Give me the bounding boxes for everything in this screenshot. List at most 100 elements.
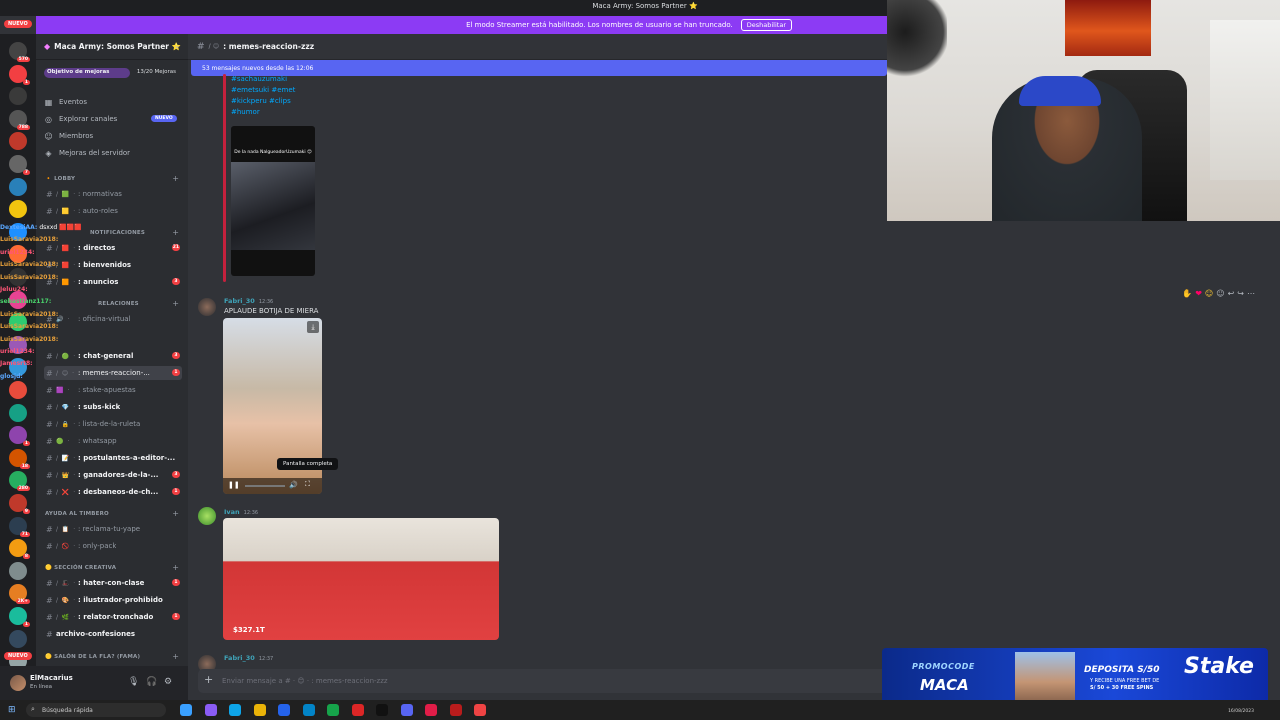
volume-icon[interactable]: 🔊 [289, 481, 298, 489]
server-icon[interactable]: 1 [9, 64, 30, 85]
server-icon[interactable] [9, 629, 27, 648]
channel-item[interactable]: # / 💎 ·: subs-kick [44, 400, 182, 414]
taskbar-app-icon[interactable] [425, 704, 437, 716]
taskbar-search[interactable]: ⌕ Búsqueda rápida [26, 703, 166, 717]
message-actions-toolbar[interactable]: ✋❤☺☺↩↪⋯ [1182, 289, 1258, 298]
add-channel-icon[interactable]: + [172, 509, 179, 518]
sidebar-menu-item[interactable]: ▦ Eventos [44, 95, 87, 109]
category-notificaciones[interactable]: NOTIFICACIONES [90, 230, 145, 236]
avatar[interactable] [10, 675, 26, 691]
windows-start-icon[interactable]: ⊞ [8, 705, 16, 715]
server-header[interactable]: ◆ Maca Army: Somos Partner ⭐ ⌄ [36, 34, 188, 60]
sidebar-menu-item[interactable]: ◎ Explorar canales [44, 112, 117, 126]
author-name[interactable]: Ivan [224, 508, 240, 516]
channel-item[interactable]: # / 👑 ·: ganadores-de-la-... 3 [44, 468, 182, 482]
microphone-icon[interactable]: 🎙 [128, 677, 139, 687]
boost-goal[interactable]: Objetivo de mejoras 13/20 Mejoras [44, 67, 176, 79]
channel-item[interactable]: # / 📝 ·: postulantes-a-editor-... [44, 451, 182, 465]
channel-item[interactable]: # 🟪 ·: stake-apuestas [44, 383, 182, 397]
channel-item[interactable]: # / 🟨 ·: auto-roles [44, 204, 182, 218]
reaction-icon[interactable]: ✋ [1182, 289, 1195, 298]
server-icon[interactable]: 7 [9, 155, 30, 175]
channel-item[interactable]: # / 📋 ·: reclama-tu-yape [44, 522, 182, 536]
channel-item[interactable]: # / 🟩 ·: normativas [44, 187, 182, 201]
add-channel-icon[interactable]: + [172, 174, 179, 183]
fullscreen-icon[interactable]: ⛶ [305, 480, 310, 489]
category-salon[interactable]: 🟡 SALÓN DE LA FLA? (FAMA) [45, 654, 140, 660]
server-icon[interactable]: 1 [9, 607, 30, 627]
channel-item[interactable]: # 🟢 ·: whatsapp [44, 434, 182, 448]
hashtag-link[interactable]: #kickperu #clips [231, 96, 295, 107]
server-icon[interactable]: 2K+ [9, 584, 30, 605]
add-channel-icon[interactable]: + [172, 228, 179, 237]
server-icon[interactable] [9, 200, 27, 219]
server-icon[interactable] [9, 403, 27, 422]
message-author[interactable]: Ivan 12:36 [224, 508, 258, 516]
pause-icon[interactable]: ❚❚ [228, 481, 240, 489]
channel-item[interactable]: # / ❌ ·: desbaneos-de-ch... 1 [44, 485, 182, 499]
taskbar-app-icon[interactable] [351, 704, 364, 716]
server-icon[interactable]: 8 [9, 539, 30, 560]
server-icon[interactable]: 570 [9, 42, 30, 62]
server-icon[interactable]: 71 [9, 516, 30, 537]
server-icon[interactable]: 9 [9, 494, 30, 514]
taskbar-app-icon[interactable] [327, 704, 339, 716]
taskbar-app-icon[interactable] [302, 704, 315, 716]
add-channel-icon[interactable]: + [172, 563, 179, 572]
reaction-icon[interactable]: ☺ [1205, 289, 1216, 298]
server-icon[interactable] [9, 381, 27, 399]
channel-item[interactable]: # / 🎩 ·: hater-con-clase 1 [44, 576, 182, 590]
taskbar-app-icon[interactable] [474, 704, 486, 716]
reply-icon[interactable]: ↩ [1228, 289, 1238, 298]
category-creativa[interactable]: 🟡 SECCIÓN CREATIVA [45, 565, 116, 571]
add-attachment-icon[interactable]: + [204, 673, 213, 686]
sidebar-menu-item[interactable]: ☺ Miembros [44, 129, 93, 143]
headphones-icon[interactable]: 🎧 [146, 677, 157, 687]
reaction-icon[interactable]: ❤ [1195, 289, 1205, 298]
disable-streamer-mode-button[interactable]: Deshabilitar [740, 19, 792, 31]
message-author[interactable]: Fabri_30 12:36 [224, 297, 273, 305]
server-icon[interactable]: 1 [9, 426, 30, 447]
server-icon[interactable] [9, 87, 27, 106]
taskbar-app-icon[interactable] [449, 704, 462, 716]
server-icon[interactable] [9, 561, 27, 580]
video-embed[interactable]: $327.1T [223, 518, 499, 640]
taskbar-app-icon[interactable] [376, 704, 388, 716]
video-progress[interactable] [245, 485, 285, 487]
taskbar-app-icon[interactable] [253, 704, 266, 716]
taskbar-app-icon[interactable] [229, 704, 241, 716]
channel-item[interactable]: # / 🌿 ·: relator-tronchado 1 [44, 610, 182, 624]
author-name[interactable]: Fabri_30 [224, 654, 255, 662]
hashtag-link[interactable]: #sachauzumaki [231, 74, 295, 85]
gear-icon[interactable]: ⚙ [164, 677, 172, 687]
download-icon[interactable]: ⤓ [307, 321, 319, 333]
add-channel-icon[interactable]: + [172, 652, 179, 661]
category-relaciones[interactable]: RELACIONES [98, 301, 139, 307]
add-reaction-icon[interactable]: ☺ [1216, 289, 1227, 298]
server-icon[interactable]: 18 [9, 448, 30, 469]
hashtag-link[interactable]: #emetsuki #emet [231, 85, 295, 96]
taskbar-app-icon[interactable] [180, 704, 192, 716]
embed-image[interactable]: De la nada NalgueadorUzumaki 😊 [231, 126, 315, 276]
avatar[interactable] [198, 298, 216, 316]
more-icon[interactable]: ⋯ [1247, 289, 1258, 298]
server-icon[interactable]: 788 [9, 109, 30, 130]
channel-item[interactable]: # / 🚫 ·: only-pack [44, 539, 182, 553]
server-icon[interactable] [9, 132, 27, 151]
taskbar-app-icon[interactable] [400, 704, 413, 716]
server-icon[interactable]: 280 [9, 471, 30, 492]
add-channel-icon[interactable]: + [172, 299, 179, 308]
message-author[interactable]: Fabri_30 12:37 [224, 654, 273, 662]
channel-item[interactable]: # / 🎨 ·: ilustrador-prohibido [44, 593, 182, 607]
author-name[interactable]: Fabri_30 [224, 297, 255, 305]
avatar[interactable] [198, 507, 216, 525]
taskbar-app-icon[interactable] [204, 704, 217, 716]
hashtag-link[interactable]: #humor [231, 107, 295, 118]
taskbar-app-icon[interactable] [278, 704, 290, 716]
sidebar-menu-item[interactable]: ◈ Mejoras del servidor [44, 146, 130, 160]
chevron-down-icon[interactable]: ⌄ [174, 42, 180, 50]
channel-item[interactable]: # / 🔒 ·: lista-de-la-ruleta [44, 417, 182, 431]
forward-icon[interactable]: ↪ [1237, 289, 1247, 298]
server-icon[interactable] [9, 177, 27, 196]
channel-item[interactable]: # archivo-confesiones [44, 627, 182, 641]
